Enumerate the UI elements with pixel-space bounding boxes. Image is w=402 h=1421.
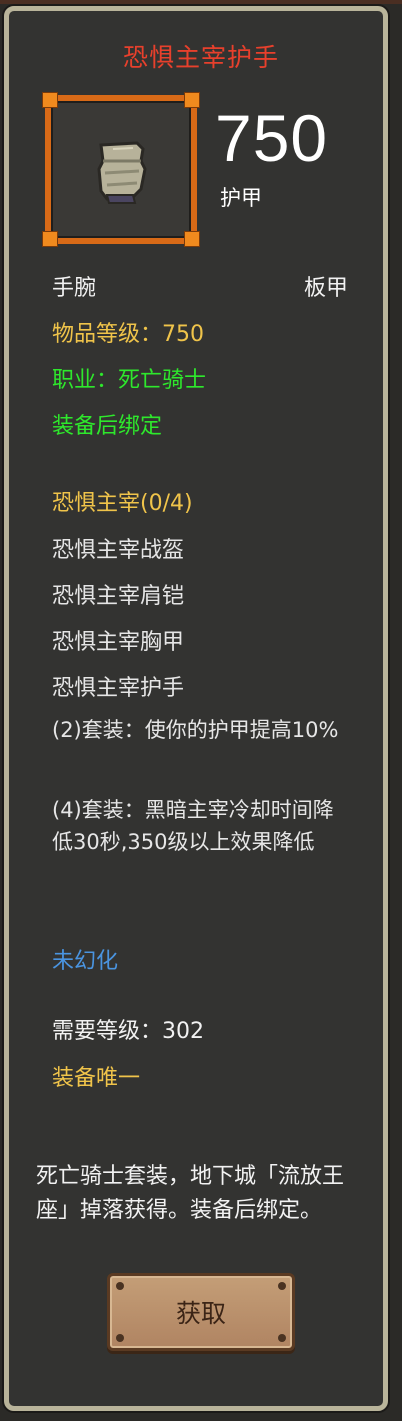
item-icon-frame — [42, 92, 200, 247]
armor-value: 750 — [215, 101, 329, 175]
acquire-button-label: 获取 — [175, 1299, 226, 1328]
nail-decoration — [116, 1282, 124, 1290]
item-level: 物品等级：750 — [52, 322, 204, 347]
class-requirement: 职业：死亡骑士 — [52, 368, 207, 393]
armor-label: 护甲 — [220, 186, 262, 210]
armor-type: 板甲 — [303, 276, 348, 301]
nail-decoration — [278, 1282, 286, 1290]
frame-corner — [42, 231, 58, 247]
nail-decoration — [278, 1334, 286, 1342]
gauntlet-icon — [97, 141, 147, 204]
item-name: 恐惧主宰护手 — [122, 43, 279, 72]
set-name: 恐惧主宰(0/4) — [52, 491, 193, 516]
frame-corner — [42, 92, 58, 108]
acquire-button[interactable]: 获取 — [107, 1273, 295, 1351]
nail-decoration — [116, 1334, 124, 1342]
item-slot: 手腕 — [52, 276, 97, 301]
set-piece: 恐惧主宰肩铠 — [52, 584, 185, 609]
item-description: 死亡骑士套装，地下城「流放王座」掉落获得。装备后绑定。 — [36, 1164, 345, 1223]
set-piece: 恐惧主宰护手 — [52, 676, 185, 701]
transmog-status: 未幻化 — [52, 949, 119, 974]
frame-corner — [184, 92, 200, 108]
set-bonus-2: (2)套装：使你的护甲提高10% — [52, 718, 339, 742]
set-bonus-4: (4)套装：黑暗主宰冷却时间降低30秒,350级以上效果降低 — [52, 798, 334, 854]
set-piece: 恐惧主宰胸甲 — [52, 630, 185, 655]
bind-type: 装备后绑定 — [52, 414, 163, 439]
background-edge — [0, 0, 402, 4]
unique-equip: 装备唯一 — [52, 1066, 141, 1091]
required-level: 需要等级：302 — [52, 1019, 204, 1044]
set-piece: 恐惧主宰战盔 — [52, 538, 185, 563]
frame-corner — [184, 231, 200, 247]
